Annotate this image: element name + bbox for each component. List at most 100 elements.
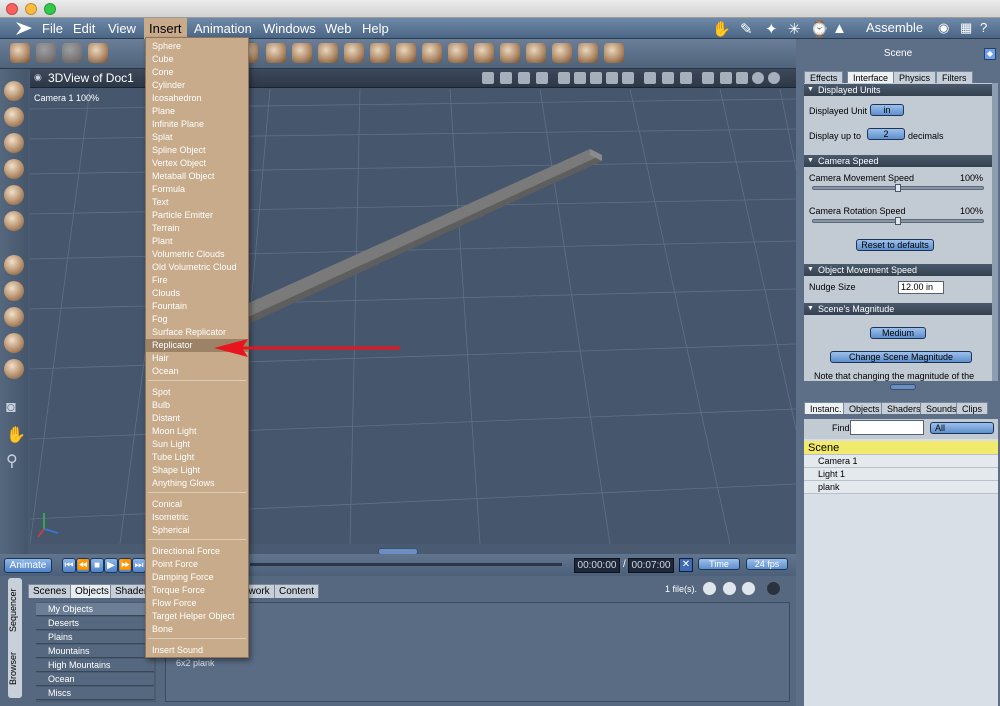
force-insert-icon[interactable] xyxy=(552,43,572,63)
slider-thumb[interactable] xyxy=(895,217,901,225)
tab-physics[interactable]: Physics xyxy=(893,71,937,83)
viewport-option-icon[interactable] xyxy=(482,72,494,84)
play-icon[interactable]: ▶ xyxy=(104,558,118,573)
tab-sequencer[interactable]: Sequencer xyxy=(8,582,22,638)
tab-browser[interactable]: Browser xyxy=(8,642,22,694)
viewport-option-icon[interactable] xyxy=(536,72,548,84)
menu-item-damping-force[interactable]: Damping Force xyxy=(146,571,248,584)
eye-icon[interactable]: ◉ xyxy=(938,20,949,36)
menu-item-sun-light[interactable]: Sun Light xyxy=(146,438,248,451)
browser-file-area[interactable]: 6x2 plank xyxy=(165,602,790,702)
time-mode-select[interactable]: Time xyxy=(698,558,740,570)
camera-box-icon[interactable] xyxy=(4,359,24,379)
unit-select[interactable]: in xyxy=(870,104,904,116)
panel-resize-handle[interactable] xyxy=(890,384,916,390)
list-item[interactable]: My Objects xyxy=(36,603,154,616)
section-displayed-units[interactable]: Displayed Units xyxy=(804,84,992,96)
find-filter-select[interactable]: All xyxy=(930,422,994,434)
light-insert-icon[interactable] xyxy=(500,43,520,63)
decimals-select[interactable]: 2 xyxy=(867,128,905,140)
menu-item-particle-emitter[interactable]: Particle Emitter xyxy=(146,209,248,222)
menu-item-distant[interactable]: Distant xyxy=(146,412,248,425)
menu-item-isometric[interactable]: Isometric xyxy=(146,511,248,524)
panel-toggle-icon[interactable]: ◆ xyxy=(984,48,996,60)
list-item[interactable]: Ocean xyxy=(36,673,154,686)
go-end-icon[interactable]: ⏭ xyxy=(132,558,146,573)
metaball-insert-icon[interactable] xyxy=(292,43,312,63)
hand-pan-icon[interactable]: ✋ xyxy=(6,425,26,445)
scene-root-item[interactable]: Scene xyxy=(804,441,998,455)
menu-item-metaball-object[interactable]: Metaball Object xyxy=(146,170,248,183)
menu-item-directional-force[interactable]: Directional Force xyxy=(146,545,248,558)
menu-file[interactable]: File xyxy=(37,18,68,39)
nudge-size-input[interactable]: 12.00 in xyxy=(898,281,944,294)
reset-defaults-button[interactable]: Reset to defaults xyxy=(856,239,934,251)
menu-item-splat[interactable]: Splat xyxy=(146,131,248,144)
tab-scenes[interactable]: Scenes xyxy=(28,584,72,598)
section-scene-magnitude[interactable]: Scene's Magnitude xyxy=(804,303,992,315)
menu-item-point-force[interactable]: Point Force xyxy=(146,558,248,571)
viewport-option-icon[interactable] xyxy=(500,72,512,84)
list-item[interactable]: Mountains xyxy=(36,645,154,658)
menu-item-target-helper-object[interactable]: Target Helper Object xyxy=(146,610,248,623)
tab-objects[interactable]: Objects xyxy=(70,584,114,598)
cube-icon[interactable] xyxy=(736,72,748,84)
menu-item-ocean[interactable]: Ocean xyxy=(146,365,248,378)
target-insert-icon[interactable] xyxy=(578,43,598,63)
menu-item-torque-force[interactable]: Torque Force xyxy=(146,584,248,597)
tab-effects[interactable]: Effects xyxy=(804,71,844,83)
menu-item-bulb[interactable]: Bulb xyxy=(146,399,248,412)
shield-icon[interactable] xyxy=(662,72,674,84)
end-time-field[interactable]: 00:07:00 xyxy=(628,558,674,573)
view-mode-icon[interactable] xyxy=(702,581,717,596)
fire-insert-icon[interactable] xyxy=(396,43,416,63)
sphere-icon[interactable] xyxy=(752,72,764,84)
menu-item-formula[interactable]: Formula xyxy=(146,183,248,196)
hand-icon[interactable]: ✋ xyxy=(712,20,731,38)
stop-icon[interactable]: ■ xyxy=(90,558,104,573)
table-row[interactable]: plank xyxy=(804,481,998,494)
change-magnitude-button[interactable]: Change Scene Magnitude xyxy=(830,351,972,363)
menu-item-anything-glows[interactable]: Anything Glows xyxy=(146,477,248,490)
zoom-icon[interactable]: ⚲ xyxy=(6,451,18,471)
menu-item-tube-light[interactable]: Tube Light xyxy=(146,451,248,464)
bucket-tool-icon[interactable] xyxy=(88,43,108,63)
clock-icon[interactable]: ⌚ xyxy=(810,20,829,38)
replicator-insert-icon[interactable] xyxy=(422,43,442,63)
section-object-movement[interactable]: Object Movement Speed xyxy=(804,264,992,276)
cloud-insert-icon[interactable] xyxy=(370,43,390,63)
tab-inst-objects[interactable]: Objects xyxy=(843,402,886,414)
camera-insert-icon[interactable] xyxy=(526,43,546,63)
menu-help[interactable]: Help xyxy=(357,18,394,39)
list-item[interactable]: Deserts xyxy=(36,617,154,630)
menu-item-flow-force[interactable]: Flow Force xyxy=(146,597,248,610)
menu-item-terrain[interactable]: Terrain xyxy=(146,222,248,235)
menu-windows[interactable]: Windows xyxy=(258,18,321,39)
menu-item-infinite-plane[interactable]: Infinite Plane xyxy=(146,118,248,131)
grid-icon[interactable]: ▦ xyxy=(960,20,972,36)
menu-item-fire[interactable]: Fire xyxy=(146,274,248,287)
layout-4-icon[interactable] xyxy=(606,72,618,84)
menu-item-plane[interactable]: Plane xyxy=(146,105,248,118)
settings-scrollbar[interactable] xyxy=(992,83,998,381)
pencil-icon[interactable] xyxy=(4,185,24,205)
tab-inst-clips[interactable]: Clips xyxy=(956,402,989,414)
minimize-window-button[interactable] xyxy=(25,3,37,15)
menu-item-insert-sound[interactable]: Insert Sound xyxy=(146,644,248,657)
sphere-shaded-icon[interactable] xyxy=(768,72,780,84)
sculpt-tool-icon[interactable] xyxy=(62,43,82,63)
rewind-icon[interactable]: ⏪ xyxy=(76,558,90,573)
timeline-scrubber[interactable] xyxy=(250,563,562,566)
menu-item-clouds[interactable]: Clouds xyxy=(146,287,248,300)
twist-icon[interactable] xyxy=(4,159,24,179)
menu-item-moon-light[interactable]: Moon Light xyxy=(146,425,248,438)
menu-item-shape-light[interactable]: Shape Light xyxy=(146,464,248,477)
menu-item-old-volumetric-cloud[interactable]: Old Volumetric Cloud xyxy=(146,261,248,274)
shield-icon[interactable] xyxy=(680,72,692,84)
menu-item-cone[interactable]: Cone xyxy=(146,66,248,79)
compass-icon[interactable] xyxy=(702,72,714,84)
move-xy-icon[interactable] xyxy=(4,255,24,275)
file-name[interactable]: 6x2 plank xyxy=(176,658,215,668)
camera-icon[interactable]: ◙ xyxy=(6,399,16,417)
table-row[interactable]: Camera 1 xyxy=(804,455,998,468)
